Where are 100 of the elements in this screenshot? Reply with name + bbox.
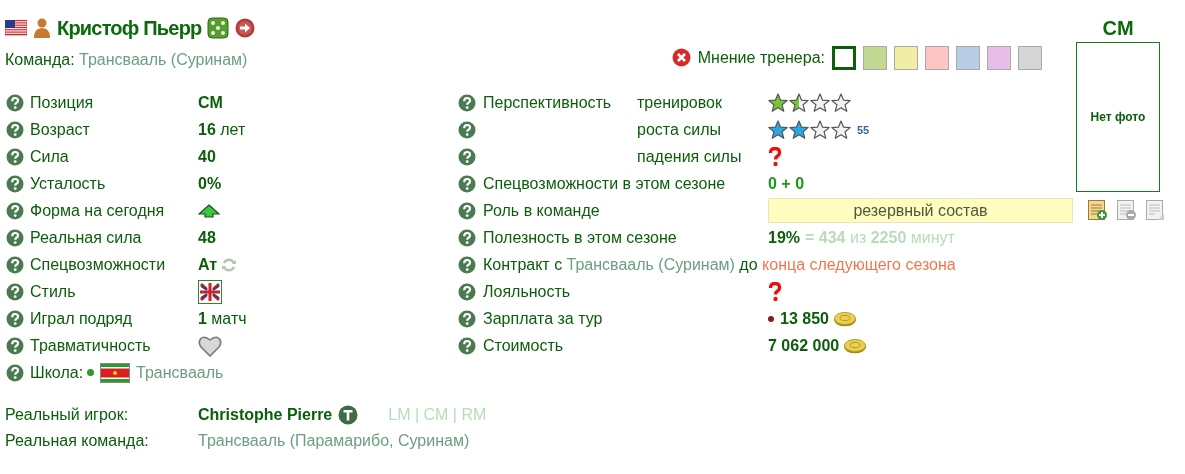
star-count: 55 <box>857 123 870 136</box>
help-icon[interactable] <box>458 201 476 220</box>
help-icon[interactable] <box>458 336 476 355</box>
stat-label: Возраст <box>30 120 91 139</box>
star-icon <box>789 119 809 140</box>
arrow-up-icon <box>198 203 220 218</box>
stat-label: Спецвозможности <box>30 255 167 274</box>
help-icon[interactable] <box>6 336 24 355</box>
stat-label: Роль в команде <box>483 201 601 220</box>
flag-icon <box>100 362 131 383</box>
color-swatch[interactable] <box>987 45 1011 70</box>
minutes-text: = 434 из 2250 минут <box>805 228 955 247</box>
no-photo-text: Нет фото <box>1090 110 1146 124</box>
color-swatch[interactable] <box>956 45 980 70</box>
stat-value: Ат <box>198 255 218 274</box>
help-icon[interactable] <box>6 282 24 301</box>
stat-label: падения силы <box>637 147 743 166</box>
coach-opinion-label: Мнение тренера: <box>697 48 825 67</box>
stat-label: Спецвозможности в этом сезоне <box>483 174 727 193</box>
stat-label: Стоимость <box>483 336 565 355</box>
stat-label: Играл подряд <box>30 309 134 328</box>
stat-label: тренировок <box>637 93 723 112</box>
star-icon <box>789 92 809 113</box>
stat-value: 0% <box>198 174 222 193</box>
stat-value: 48 <box>198 228 216 247</box>
star-icon <box>831 92 851 113</box>
star-icon <box>768 92 788 113</box>
stat-value: CM <box>198 93 223 112</box>
dice-icon[interactable] <box>207 17 230 39</box>
stat-label: Полезность в этом сезоне <box>483 228 678 247</box>
field-label: Реальный игрок: <box>5 406 130 424</box>
arrow-right-icon[interactable] <box>235 18 256 38</box>
help-icon[interactable] <box>6 309 24 328</box>
team-link[interactable]: Трансвааль (Суринам) <box>79 50 248 68</box>
team-link[interactable]: Трансвааль (Суринам) <box>566 255 735 273</box>
help-icon[interactable] <box>458 255 476 274</box>
color-swatch[interactable] <box>863 45 887 70</box>
help-icon[interactable] <box>6 174 24 193</box>
school-link[interactable]: Трансвааль <box>136 363 224 382</box>
flag-icon <box>5 20 27 36</box>
help-icon[interactable] <box>458 147 476 166</box>
color-swatch[interactable] <box>894 45 918 70</box>
help-icon[interactable] <box>458 174 476 193</box>
coin-icon <box>843 337 868 354</box>
help-icon[interactable] <box>6 201 24 220</box>
close-icon[interactable] <box>671 48 691 67</box>
stat-label: Позиция <box>30 93 95 112</box>
positions-text: LM | CM | RM <box>388 406 487 424</box>
player-name: Кристоф Пьерр <box>57 16 202 40</box>
help-icon[interactable] <box>6 363 24 382</box>
star-icon <box>768 119 788 140</box>
flag-icon <box>198 279 222 304</box>
stat-label: роста силы <box>637 120 723 139</box>
stat-value: 13 850 <box>780 309 829 328</box>
help-icon[interactable] <box>6 120 24 139</box>
stat-value: 16 лет <box>198 120 246 139</box>
help-icon[interactable] <box>6 255 24 274</box>
stat-value: 0 + 0 <box>768 174 805 193</box>
field-label: Реальная команда: <box>5 432 150 450</box>
stat-value: 1 матч <box>198 309 247 328</box>
stat-label: Реальная сила <box>30 228 143 247</box>
question-mark-icon <box>768 281 782 302</box>
help-icon[interactable] <box>458 228 476 247</box>
help-icon[interactable] <box>458 93 476 112</box>
help-icon[interactable] <box>458 309 476 328</box>
position-label: CM <box>1101 16 1135 40</box>
document-add-icon[interactable] <box>1087 199 1109 222</box>
t-badge-icon[interactable] <box>338 405 359 425</box>
person-icon <box>33 18 51 38</box>
color-swatch[interactable] <box>925 45 949 70</box>
help-icon[interactable] <box>6 228 24 247</box>
help-icon[interactable] <box>6 147 24 166</box>
question-mark-icon <box>768 146 782 167</box>
help-icon[interactable] <box>6 93 24 112</box>
stat-label: Зарплата за тур <box>483 309 604 328</box>
help-icon[interactable] <box>458 282 476 301</box>
coin-icon <box>832 310 857 327</box>
stat-label: Стиль <box>30 282 77 301</box>
star-icon <box>810 92 830 113</box>
stat-value: 7 062 000 <box>768 336 840 355</box>
real-player-name: Christophe Pierre <box>198 406 333 424</box>
stat-label: Сила <box>30 147 70 166</box>
team-link[interactable]: Трансвааль (Парамарибо, Суринам) <box>198 432 470 450</box>
star-icon <box>810 119 830 140</box>
stat-value: 40 <box>198 147 216 166</box>
contract-text: Контракт с Трансвааль (Суринам) до конца следующего сезона <box>483 255 957 274</box>
team-text: Команда: Трансвааль (Суринам) <box>5 50 248 69</box>
stat-label: Травматичность <box>30 336 152 355</box>
color-swatch[interactable] <box>1018 45 1042 70</box>
stat-value: 19% <box>768 228 801 247</box>
role-field[interactable]: резервный состав <box>768 198 1073 223</box>
stat-label: Перспективность <box>483 93 613 112</box>
stat-label: Форма на сегодня <box>30 201 166 220</box>
stat-label: Усталость <box>30 174 107 193</box>
help-icon[interactable] <box>458 120 476 139</box>
star-icon <box>831 119 851 140</box>
stat-label: Лояльность <box>483 282 572 301</box>
stat-label: Школа: <box>30 363 84 382</box>
heart-icon <box>198 334 222 357</box>
color-swatch[interactable] <box>832 45 856 70</box>
